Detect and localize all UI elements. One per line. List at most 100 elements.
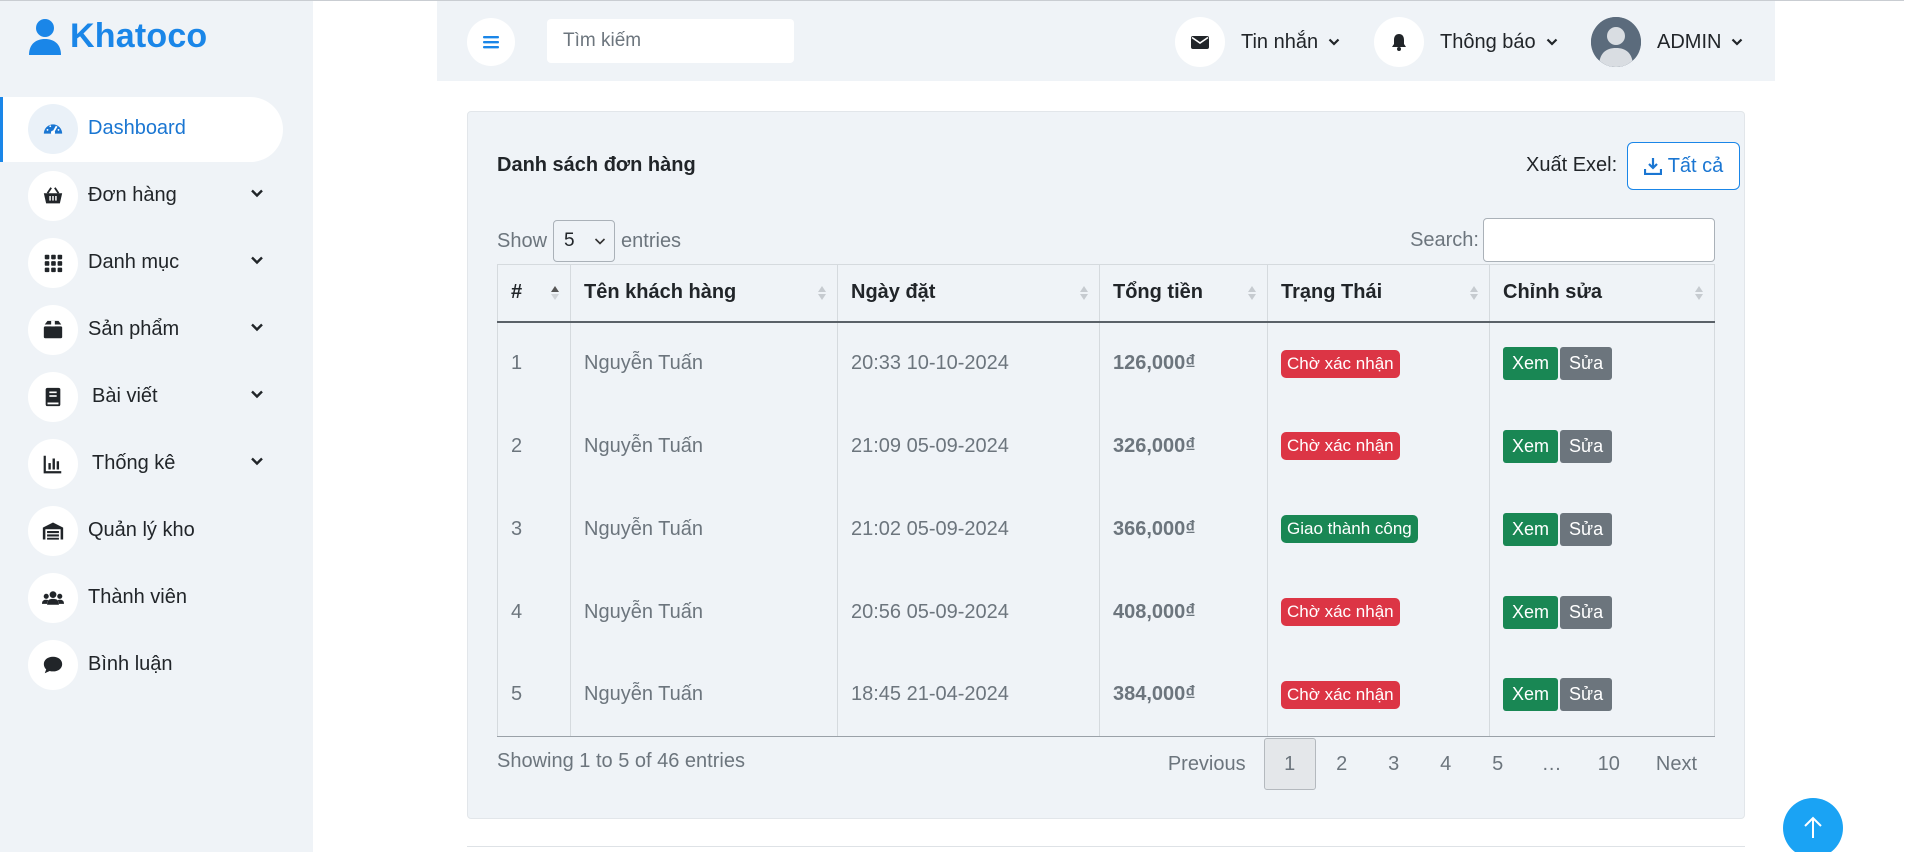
grid-icon	[28, 237, 78, 288]
pagination-page-4[interactable]: 4	[1420, 738, 1472, 790]
sidebar-item-members[interactable]: Thành viên	[0, 564, 313, 631]
orders-table: # Tên khách hàng Ngày đặt Tổng tiền Trạn…	[497, 264, 1715, 737]
column-header-customer[interactable]: Tên khách hàng	[570, 264, 838, 323]
sidebar-item-comments[interactable]: Bình luận	[0, 631, 313, 698]
user-name: ADMIN	[1657, 30, 1722, 53]
table-info: Showing 1 to 5 of 46 entries	[497, 750, 745, 772]
sidebar: Khatoco Dashboard Đơn hàng Danh mục Sản …	[0, 1, 313, 852]
order-date: 20:33 10-10-2024	[837, 321, 1100, 405]
pagination-page-3[interactable]: 3	[1368, 738, 1420, 790]
chevron-down-icon	[251, 323, 263, 332]
status-badge: Giao thành công	[1281, 515, 1418, 543]
sidebar-item-dashboard[interactable]: Dashboard	[0, 95, 313, 162]
sidebar-item-products[interactable]: Sản phẩm	[0, 296, 313, 363]
order-status-cell: Chờ xác nhận	[1267, 570, 1490, 654]
actions-cell: Xem Sửa	[1489, 321, 1715, 405]
card-title: Danh sách đơn hàng	[497, 154, 696, 176]
column-header-actions[interactable]: Chỉnh sửa	[1489, 264, 1715, 323]
order-status-cell: Chờ xác nhận	[1267, 653, 1490, 737]
messages-dropdown[interactable]: Tin nhắn	[1175, 15, 1340, 69]
view-button[interactable]: Xem	[1503, 429, 1559, 463]
book-icon	[28, 371, 78, 422]
customer-name: Nguyễn Tuấn	[570, 321, 838, 405]
export-button-label: Tất cả	[1667, 154, 1724, 177]
chart-icon	[28, 438, 78, 489]
view-button[interactable]: Xem	[1503, 595, 1559, 629]
order-date: 18:45 21-04-2024	[837, 653, 1100, 737]
sidebar-item-label: Đơn hàng	[88, 184, 177, 206]
column-header-total[interactable]: Tổng tiền	[1099, 264, 1268, 323]
table-search-input[interactable]	[1483, 218, 1715, 262]
box-icon	[28, 304, 78, 355]
sort-icon	[1470, 286, 1478, 300]
messages-label: Tin nhắn	[1241, 30, 1319, 53]
comment-icon	[28, 639, 78, 690]
table-row: 5 Nguyễn Tuấn 18:45 21-04-2024 384,000₫ …	[497, 653, 1715, 737]
order-status-cell: Chờ xác nhận	[1267, 404, 1490, 488]
edit-button[interactable]: Sửa	[1560, 347, 1613, 380]
gauge-icon	[28, 103, 78, 154]
sidebar-item-orders[interactable]: Đơn hàng	[0, 162, 313, 229]
pagination-page-10[interactable]: 10	[1580, 738, 1638, 790]
table-header-row: # Tên khách hàng Ngày đặt Tổng tiền Trạn…	[497, 264, 1715, 323]
pagination-page-2[interactable]: 2	[1316, 738, 1368, 790]
export-label: Xuất Exel:	[1526, 154, 1618, 176]
divider	[467, 846, 1745, 847]
sidebar-item-warehouse[interactable]: Quản lý kho	[0, 497, 313, 564]
warehouse-icon	[28, 505, 78, 556]
column-header-date[interactable]: Ngày đặt	[837, 264, 1100, 323]
avatar	[1591, 17, 1641, 67]
edit-button[interactable]: Sửa	[1560, 595, 1613, 629]
column-header-number[interactable]: #	[497, 264, 571, 323]
sidebar-item-label: Dashboard	[88, 117, 186, 139]
order-total: 366,000₫	[1099, 487, 1268, 571]
pagination-page-5[interactable]: 5	[1472, 738, 1524, 790]
column-header-status[interactable]: Trạng Thái	[1267, 264, 1490, 323]
notifications-dropdown[interactable]: Thông báo	[1374, 15, 1558, 69]
order-number: 4	[497, 570, 571, 654]
pagination: Previous 1 2 3 4 5 … 10 Next	[1150, 738, 1715, 790]
search-input[interactable]	[547, 19, 794, 63]
user-menu-dropdown[interactable]: ADMIN	[1591, 15, 1743, 69]
order-number: 1	[497, 321, 571, 405]
page-scrollbar[interactable]	[1904, 0, 1918, 852]
actions-cell: Xem Sửa	[1489, 404, 1715, 488]
orders-card: Danh sách đơn hàng Xuất Exel: Tất cả Sho…	[467, 111, 1745, 819]
brand-logo[interactable]: Khatoco	[28, 17, 207, 56]
edit-button[interactable]: Sửa	[1560, 678, 1613, 712]
sidebar-item-label: Danh mục	[88, 251, 180, 273]
page-length-control: Show 5 entries	[497, 220, 681, 262]
customer-name: Nguyễn Tuấn	[570, 653, 838, 737]
edit-button[interactable]: Sửa	[1560, 512, 1613, 546]
bell-icon	[1374, 17, 1424, 67]
status-badge: Chờ xác nhận	[1281, 680, 1400, 709]
sidebar-item-label: Sản phẩm	[88, 318, 180, 340]
actions-cell: Xem Sửa	[1489, 570, 1715, 654]
sidebar-item-categories[interactable]: Danh mục	[0, 229, 313, 296]
order-status-cell: Chờ xác nhận	[1267, 321, 1490, 405]
menu-toggle-button[interactable]	[467, 18, 515, 66]
order-date: 21:09 05-09-2024	[837, 404, 1100, 488]
scroll-to-top-button[interactable]	[1783, 798, 1843, 852]
sidebar-item-statistics[interactable]: Thống kê	[0, 430, 313, 497]
page-length-select[interactable]: 5	[553, 220, 616, 262]
order-total: 384,000₫	[1099, 653, 1268, 737]
view-button[interactable]: Xem	[1503, 347, 1559, 380]
sidebar-item-label: Thành viên	[88, 586, 187, 608]
view-button[interactable]: Xem	[1503, 512, 1559, 546]
pagination-next[interactable]: Next	[1638, 738, 1715, 790]
pagination-previous[interactable]: Previous	[1150, 738, 1264, 790]
export-all-button[interactable]: Tất cả	[1627, 142, 1740, 190]
table-row: 1 Nguyễn Tuấn 20:33 10-10-2024 126,000₫ …	[497, 321, 1715, 405]
pagination-page-1[interactable]: 1	[1263, 738, 1316, 790]
main-content: Tin nhắn Thông báo ADMIN Danh sách đơn h…	[437, 1, 1775, 852]
view-button[interactable]: Xem	[1503, 678, 1559, 712]
chevron-down-icon	[594, 238, 606, 245]
sidebar-item-posts[interactable]: Bài viết	[0, 363, 313, 430]
status-badge: Chờ xác nhận	[1281, 349, 1400, 378]
show-label: Show	[497, 229, 548, 252]
sidebar-nav: Dashboard Đơn hàng Danh mục Sản phẩm Bài…	[0, 95, 313, 698]
sort-icon	[1248, 286, 1256, 300]
edit-button[interactable]: Sửa	[1560, 429, 1613, 463]
sort-icon	[1080, 286, 1088, 300]
